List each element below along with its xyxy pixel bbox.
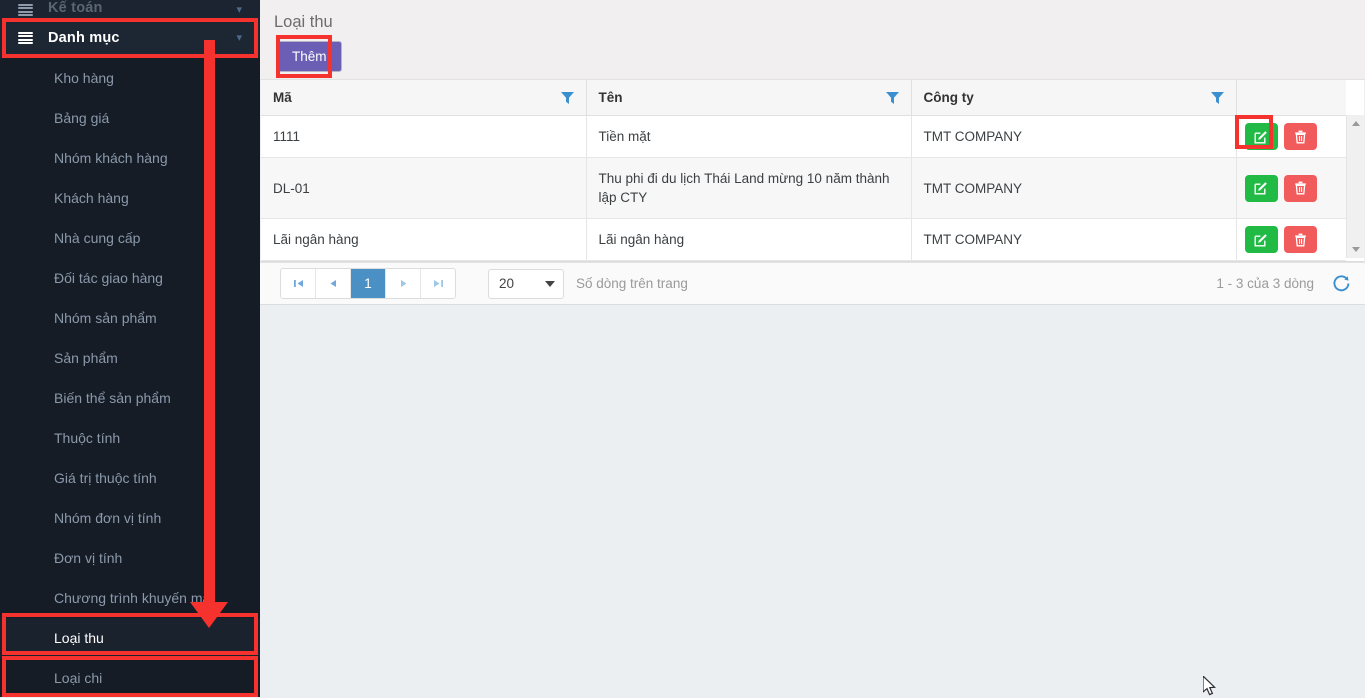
sidebar-item[interactable]: Nhóm khách hàng (0, 138, 260, 178)
sidebar-item-label: Bảng giá (54, 110, 110, 126)
list-icon (14, 32, 36, 44)
sidebar-item[interactable]: Khách hàng (0, 178, 260, 218)
sidebar-item[interactable]: Chương trình khuyến mại (0, 578, 260, 618)
sidebar-item-label: Nhóm sản phẩm (54, 310, 157, 326)
sidebar-item-label: Đơn vị tính (54, 550, 123, 566)
edit-button[interactable] (1244, 174, 1278, 202)
sidebar-item-label: Giá trị thuộc tính (54, 470, 157, 486)
sidebar-item[interactable]: Bảng giá (0, 98, 260, 138)
cell-ma: DL-01 (261, 157, 587, 219)
first-page-button[interactable] (281, 269, 316, 298)
sidebar-item-label: Kho hàng (54, 70, 114, 86)
cell-congty: TMT COMPANY (911, 218, 1237, 261)
cell-ma: 1111 (261, 115, 587, 158)
scroll-down-arrow-icon[interactable] (1347, 241, 1364, 258)
sidebar-item[interactable]: Đơn vị tính (0, 538, 260, 578)
table-row[interactable]: 1111 Tiền mặt TMT COMPANY (261, 115, 1346, 158)
sidebar-group-label: Danh mục (48, 30, 120, 46)
sidebar-group-label: Kế toán (48, 0, 103, 16)
edit-button[interactable] (1244, 226, 1278, 253)
sidebar-group-danh-muc[interactable]: Danh mục ▾ (0, 18, 260, 58)
sidebar-item-label: Sản phẩm (54, 350, 118, 366)
chevron-down-icon (545, 280, 555, 287)
pagination-buttons: 1 (280, 268, 456, 299)
cell-congty: TMT COMPANY (911, 115, 1237, 158)
filter-icon[interactable] (885, 91, 899, 104)
cell-ten: Tiền mặt (586, 115, 912, 158)
sidebar-item[interactable]: Đối tác giao hàng (0, 258, 260, 298)
page-size-select[interactable]: 20 (488, 268, 564, 299)
sidebar-item[interactable]: Giá trị thuộc tính (0, 458, 260, 498)
prev-page-button[interactable] (316, 269, 351, 298)
cell-actions (1236, 115, 1346, 158)
cell-ten: Thu phi đi du lịch Thái Land mừng 10 năm… (586, 157, 912, 219)
current-page-button[interactable]: 1 (351, 269, 386, 298)
list-icon (14, 4, 36, 16)
sidebar-item-label: Nhà cung cấp (54, 230, 141, 246)
column-label: Mã (273, 90, 292, 105)
sidebar-item-label: Loại thu (54, 630, 104, 646)
sidebar-item-label: Chương trình khuyến mại (54, 590, 214, 606)
sidebar-item-label: Nhóm đơn vị tính (54, 510, 162, 526)
delete-button[interactable] (1283, 226, 1317, 253)
column-header-ma[interactable]: Mã (261, 80, 587, 116)
scroll-up-arrow-icon[interactable] (1347, 115, 1364, 132)
cell-congty: TMT COMPANY (911, 157, 1237, 219)
sidebar-item[interactable]: Nhóm đơn vị tính (0, 498, 260, 538)
cell-actions (1236, 218, 1346, 261)
sidebar-item-label: Biến thể sản phẩm (54, 390, 171, 406)
page-header: Loại thu Thêm (260, 0, 1365, 80)
chevron-down-icon: ▾ (236, 31, 242, 44)
page-title: Loại thu (274, 13, 333, 31)
page-size-value: 20 (499, 276, 515, 291)
column-header-actions (1236, 80, 1346, 116)
sidebar-item[interactable]: Biến thể sản phẩm (0, 378, 260, 418)
sidebar-item-label: Loại chi (54, 670, 103, 686)
data-grid: Mã Tên Công ty 1111 Tiền mặt TMT COMPANY… (261, 80, 1364, 262)
sidebar-item-label: Đối tác giao hàng (54, 270, 163, 286)
sidebar-item[interactable]: Nhóm sản phẩm (0, 298, 260, 338)
sidebar: Kế toán ▾ Danh mục ▾ Kho hàng Bảng giá Nhó… (0, 0, 260, 697)
pagination-bar: 1 20 Số dòng trên trang 1 - 3 của 3 dòng (260, 262, 1365, 305)
sidebar-item-list: Kho hàng Bảng giá Nhóm khách hàng Khách hàn… (0, 58, 260, 697)
table-row[interactable]: DL-01 Thu phi đi du lịch Thái Land mừng 1… (261, 157, 1346, 219)
column-label: Công ty (923, 90, 974, 105)
page-size-label: Số dòng trên trang (576, 276, 688, 291)
delete-button[interactable] (1283, 123, 1317, 150)
row-count-text: 1 - 3 của 3 dòng (1216, 276, 1314, 291)
sidebar-item-label: Nhóm khách hàng (54, 150, 168, 166)
next-page-button[interactable] (386, 269, 421, 298)
cell-actions (1236, 157, 1346, 219)
sidebar-item[interactable]: Nhà cung cấp (0, 218, 260, 258)
add-button[interactable]: Thêm (277, 41, 342, 72)
grid-vertical-scrollbar[interactable] (1346, 115, 1364, 258)
last-page-button[interactable] (421, 269, 455, 298)
cell-ma: Lãi ngân hàng (261, 218, 587, 261)
filter-icon[interactable] (1210, 91, 1224, 104)
sidebar-item[interactable]: Kho hàng (0, 58, 260, 98)
cell-ten: Lãi ngân hàng (586, 218, 912, 261)
sidebar-item-label: Khách hàng (54, 190, 129, 206)
column-header-cong-ty[interactable]: Công ty (911, 80, 1237, 116)
table-header-row: Mã Tên Công ty (261, 80, 1346, 116)
sidebar-item-label: Thuộc tính (54, 430, 121, 446)
refresh-icon[interactable] (1332, 274, 1351, 293)
delete-button[interactable] (1283, 174, 1317, 202)
sidebar-item[interactable]: Loại chi (0, 658, 260, 697)
filter-icon[interactable] (560, 91, 574, 104)
data-table: Mã Tên Công ty 1111 Tiền mặt TMT COMPANY… (261, 80, 1346, 261)
sidebar-item[interactable]: Thuộc tính (0, 418, 260, 458)
sidebar-item[interactable]: Sản phẩm (0, 338, 260, 378)
main-content: Loại thu Thêm Mã Tên Công ty 1111 Tiền m… (260, 0, 1365, 697)
sidebar-group-ke-toan[interactable]: Kế toán ▾ (0, 0, 260, 18)
table-row[interactable]: Lãi ngân hàng Lãi ngân hàng TMT COMPANY (261, 218, 1346, 261)
chevron-down-icon: ▾ (236, 4, 242, 16)
sidebar-item[interactable]: Loại thu (0, 618, 260, 658)
column-label: Tên (598, 90, 623, 105)
edit-button[interactable] (1244, 123, 1278, 150)
column-header-ten[interactable]: Tên (586, 80, 912, 116)
table-body: 1111 Tiền mặt TMT COMPANY DL-01 Thu phi đi d… (261, 115, 1346, 261)
